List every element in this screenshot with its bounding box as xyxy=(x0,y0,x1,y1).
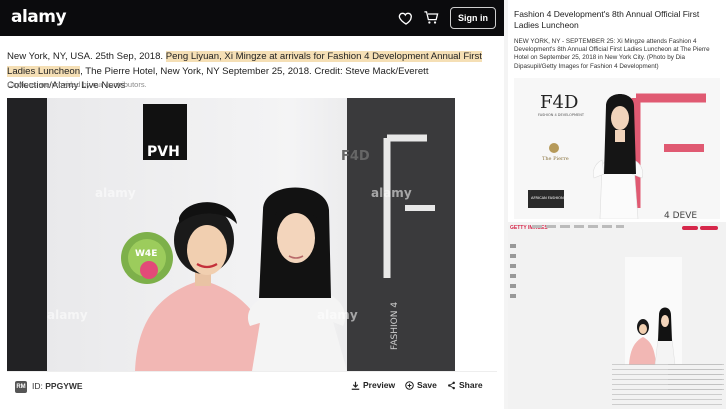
alamy-logo[interactable]: alamy xyxy=(11,7,67,27)
download-icon xyxy=(351,381,360,390)
watermark: alamy xyxy=(95,186,136,200)
hotel-sign-text: The Pierre xyxy=(542,156,569,162)
caption-lead: New York, NY, USA. 25th Sep, 2018. xyxy=(7,51,166,62)
backdrop-pvh-text: PVH xyxy=(147,144,180,160)
share-icon xyxy=(448,381,455,389)
getty-page-thumbnail[interactable]: GETTY IMAGES xyxy=(508,222,726,409)
watermark: alamy xyxy=(47,308,88,322)
backdrop-side-text: FASHION 4 xyxy=(390,302,400,350)
plus-circle-icon xyxy=(405,380,414,390)
thumbnail-button xyxy=(700,226,718,230)
share-label: Share xyxy=(459,380,483,390)
preview-button[interactable]: Preview xyxy=(351,380,395,390)
save-label: Save xyxy=(417,380,437,390)
main-photo[interactable]: PVH F4D FASHION 4 W4E alamy alamy alamy … xyxy=(7,98,455,371)
photo-illustration: PVH F4D FASHION 4 W4E xyxy=(7,98,455,371)
watermark: alamy xyxy=(371,186,412,200)
thumbnail-button xyxy=(682,226,698,230)
article-f4d-sub: FASHION 4 DEVELOPMENT xyxy=(538,113,585,117)
article-photo[interactable]: F4D FASHION 4 DEVELOPMENT The Pierre AFR… xyxy=(514,78,720,219)
thumbnail-photo-illustration xyxy=(625,257,682,366)
badge-text: W4E xyxy=(135,249,157,259)
top-navigation-bar: alamy Sign in xyxy=(0,0,504,36)
article-photo-illustration: F4D FASHION 4 DEVELOPMENT The Pierre AFR… xyxy=(514,78,720,219)
getty-article-panel: Fashion 4 Development's 8th Annual Offic… xyxy=(508,0,726,409)
article-f4d-logo: F4D xyxy=(540,92,578,113)
rights-managed-icon: RM xyxy=(15,381,27,393)
article-title: Fashion 4 Development's 8th Annual Offic… xyxy=(514,9,700,30)
image-id-value: PPGYWE xyxy=(45,381,83,391)
alamy-page: alamy Sign in New York, NY, USA. 25th Se… xyxy=(0,0,504,409)
image-id-label: ID: xyxy=(32,381,43,391)
thumbnail-sidebar xyxy=(510,244,516,304)
save-button[interactable]: Save xyxy=(405,380,437,390)
share-button[interactable]: Share xyxy=(447,380,483,390)
backdrop-logo-text: F4D xyxy=(341,149,370,164)
image-id: ID: PPGYWE xyxy=(32,381,83,391)
thumbnail-nav xyxy=(532,225,624,228)
big-backdrop-text: 4 DEVE xyxy=(664,211,697,219)
heart-icon[interactable] xyxy=(398,10,414,26)
sign-in-button[interactable]: Sign in xyxy=(450,7,496,29)
thumbnail-photo xyxy=(625,257,682,366)
caption-note: Captions are provided by our contributor… xyxy=(7,80,147,89)
thumbnail-text-lines xyxy=(668,364,724,394)
image-action-bar: RM ID: PPGYWE Preview Save Share xyxy=(7,371,497,401)
cart-icon[interactable] xyxy=(423,9,440,26)
watermark: alamy xyxy=(317,308,358,322)
banner-text: AFRICAN FASHION xyxy=(531,196,564,200)
preview-label: Preview xyxy=(363,380,396,390)
article-description: NEW YORK, NY - SEPTEMBER 25: Xi Mingze a… xyxy=(514,38,710,70)
